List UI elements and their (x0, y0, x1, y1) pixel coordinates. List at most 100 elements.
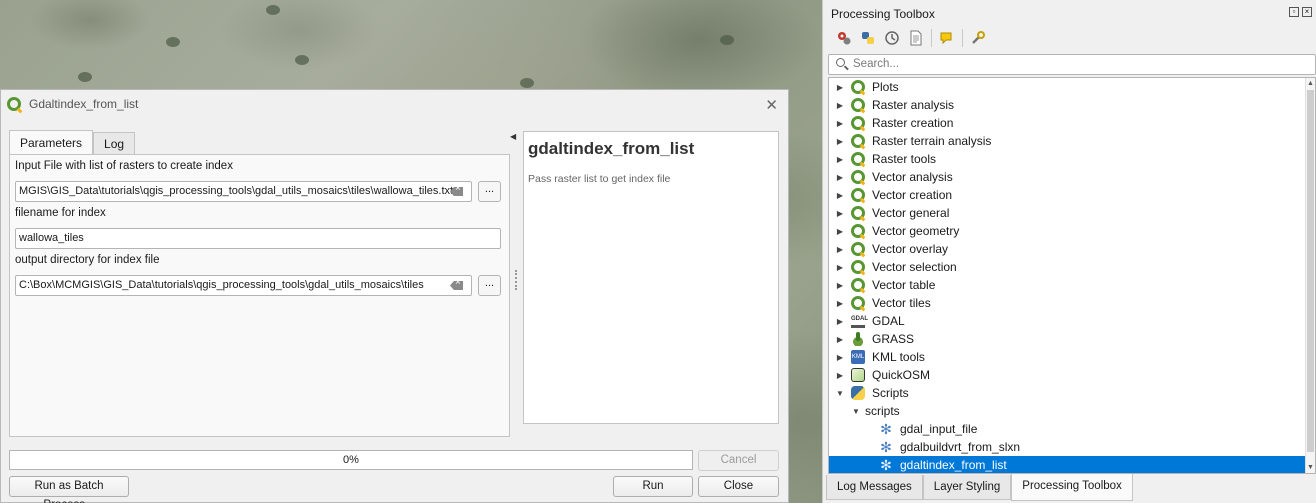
close-panel-icon[interactable]: × (1302, 7, 1312, 17)
qgis-icon (851, 278, 865, 292)
tree-item[interactable]: ▶ Vector overlay (829, 240, 1307, 258)
edit-features-icon[interactable] (938, 29, 956, 47)
scroll-up-icon[interactable]: ▲ (1307, 80, 1314, 87)
results-viewer-icon[interactable] (907, 29, 925, 47)
tree-item[interactable]: ▶ GRASS (829, 330, 1307, 348)
tree-item[interactable]: ▶ Raster tools (829, 150, 1307, 168)
tree-item-label: Vector selection (872, 260, 957, 274)
close-button[interactable]: Close (698, 476, 779, 497)
tree-item[interactable]: ▶ Vector creation (829, 186, 1307, 204)
tree-item-label: gdalbuildvrt_from_slxn (900, 440, 1021, 454)
tab-parameters[interactable]: Parameters (9, 130, 94, 154)
map-feature (520, 78, 534, 88)
tree-item[interactable]: ▼ Scripts (829, 384, 1307, 402)
collapsed-arrow-icon[interactable]: ▶ (835, 371, 845, 380)
tree-item-label: Vector overlay (872, 242, 949, 256)
models-icon[interactable] (835, 29, 853, 47)
expanded-arrow-icon[interactable]: ▼ (835, 389, 845, 398)
run-button[interactable]: Run (613, 476, 693, 497)
splitter-handle[interactable] (515, 270, 517, 290)
tab-processing-toolbox[interactable]: Processing Toolbox (1011, 474, 1133, 501)
browse-input-button[interactable]: ... (478, 181, 501, 202)
tab-log-messages[interactable]: Log Messages (826, 475, 923, 500)
qgis-icon (851, 134, 865, 148)
collapsed-arrow-icon[interactable]: ▶ (835, 353, 845, 362)
tree-item[interactable]: ▶ Vector tiles (829, 294, 1307, 312)
tree-item[interactable]: ▶ QuickOSM (829, 366, 1307, 384)
search-icon (836, 58, 845, 67)
close-icon[interactable]: ✕ (765, 96, 778, 114)
history-icon[interactable] (883, 29, 901, 47)
dialog-tabs: Parameters Log (9, 130, 136, 154)
scroll-down-icon[interactable]: ▼ (1307, 464, 1314, 471)
tree-item[interactable]: ▶ Raster creation (829, 114, 1307, 132)
tree-item[interactable]: ▶ Vector table (829, 276, 1307, 294)
tree-item[interactable]: ✻ gdal_input_file (829, 420, 1307, 438)
map-feature (295, 55, 309, 65)
collapsed-arrow-icon[interactable]: ▶ (835, 173, 845, 182)
collapsed-arrow-icon[interactable]: ▶ (835, 137, 845, 146)
scroll-thumb[interactable] (1307, 90, 1314, 452)
tree-item[interactable]: ▶ Vector general (829, 204, 1307, 222)
tree-item-label: GRASS (872, 332, 915, 346)
tree-item-label: Raster analysis (872, 98, 955, 112)
gdal-icon: GDAL (851, 314, 868, 328)
collapsed-arrow-icon[interactable]: ▶ (835, 299, 845, 308)
run-batch-button[interactable]: Run as Batch Process... (9, 476, 129, 503)
collapsed-arrow-icon[interactable]: ▶ (835, 281, 845, 290)
tree-item[interactable]: ▶ Plots (829, 78, 1307, 96)
tree-item[interactable]: ▶ GDAL GDAL (829, 312, 1307, 330)
float-panel-icon[interactable]: ▫ (1289, 7, 1299, 17)
collapsed-arrow-icon[interactable]: ▶ (835, 101, 845, 110)
input-file-value: MGIS\GIS_Data\tutorials\qgis_processing_… (19, 185, 454, 197)
collapse-arrow-icon[interactable]: ◀ (510, 132, 516, 141)
tree-item-label: Plots (872, 80, 899, 94)
filename-field[interactable]: wallowa_tiles (15, 228, 501, 249)
map-feature (266, 5, 280, 15)
qgis-icon (851, 296, 865, 310)
tree-item[interactable]: ▶ Raster terrain analysis (829, 132, 1307, 150)
tree-item-label: GDAL (872, 314, 905, 328)
tree-scrollbar[interactable]: ▲ ▼ (1305, 78, 1315, 473)
browse-output-button[interactable]: ... (478, 275, 501, 296)
collapsed-arrow-icon[interactable]: ▶ (835, 155, 845, 164)
collapsed-arrow-icon[interactable]: ▶ (835, 83, 845, 92)
collapsed-arrow-icon[interactable]: ▶ (835, 335, 845, 344)
search-input[interactable]: Search... (828, 54, 1316, 75)
quickosm-icon (851, 368, 865, 382)
tree-item[interactable]: ▼ scripts (829, 402, 1307, 420)
collapsed-arrow-icon[interactable]: ▶ (835, 209, 845, 218)
tree-item[interactable]: ▶ Vector selection (829, 258, 1307, 276)
tab-log[interactable]: Log (93, 132, 136, 154)
expanded-arrow-icon[interactable]: ▼ (851, 407, 861, 416)
tree-item[interactable]: ▶ Raster analysis (829, 96, 1307, 114)
collapsed-arrow-icon[interactable]: ▶ (835, 191, 845, 200)
tab-layer-styling[interactable]: Layer Styling (922, 475, 1012, 500)
cancel-button[interactable]: Cancel (698, 450, 779, 471)
output-dir-field[interactable]: C:\Box\MCMGIS\GIS_Data\tutorials\qgis_pr… (15, 275, 472, 296)
tree-item-label: KML tools (872, 350, 925, 364)
search-placeholder: Search... (853, 58, 900, 70)
tree-item-label: Vector creation (872, 188, 953, 202)
options-wrench-icon[interactable] (969, 29, 987, 47)
progress-label: 0% (343, 454, 359, 466)
collapsed-arrow-icon[interactable]: ▶ (835, 245, 845, 254)
collapsed-arrow-icon[interactable]: ▶ (835, 263, 845, 272)
tree-item[interactable]: ▶ Vector analysis (829, 168, 1307, 186)
collapsed-arrow-icon[interactable]: ▶ (835, 119, 845, 128)
collapsed-arrow-icon[interactable]: ▶ (835, 227, 845, 236)
clear-icon[interactable] (450, 281, 463, 290)
qgis-icon (851, 152, 865, 166)
collapsed-arrow-icon[interactable]: ▶ (835, 317, 845, 326)
tree-item-label: scripts (865, 404, 900, 418)
input-file-field[interactable]: MGIS\GIS_Data\tutorials\qgis_processing_… (15, 181, 472, 202)
help-panel: gdaltindex_from_list Pass raster list to… (523, 131, 779, 424)
processing-toolbox-panel: Processing Toolbox ▫ × Search... ▶ Plots ▶… (822, 0, 1316, 503)
tree-item[interactable]: ✻ gdaltindex_from_list (829, 456, 1307, 473)
help-description: Pass raster list to get index file (528, 173, 671, 185)
tree-item[interactable]: ✻ gdalbuildvrt_from_slxn (829, 438, 1307, 456)
qgis-icon (851, 80, 865, 94)
tree-item[interactable]: ▶ KML KML tools (829, 348, 1307, 366)
tree-item[interactable]: ▶ Vector geometry (829, 222, 1307, 240)
python-scripts-icon[interactable] (859, 29, 877, 47)
